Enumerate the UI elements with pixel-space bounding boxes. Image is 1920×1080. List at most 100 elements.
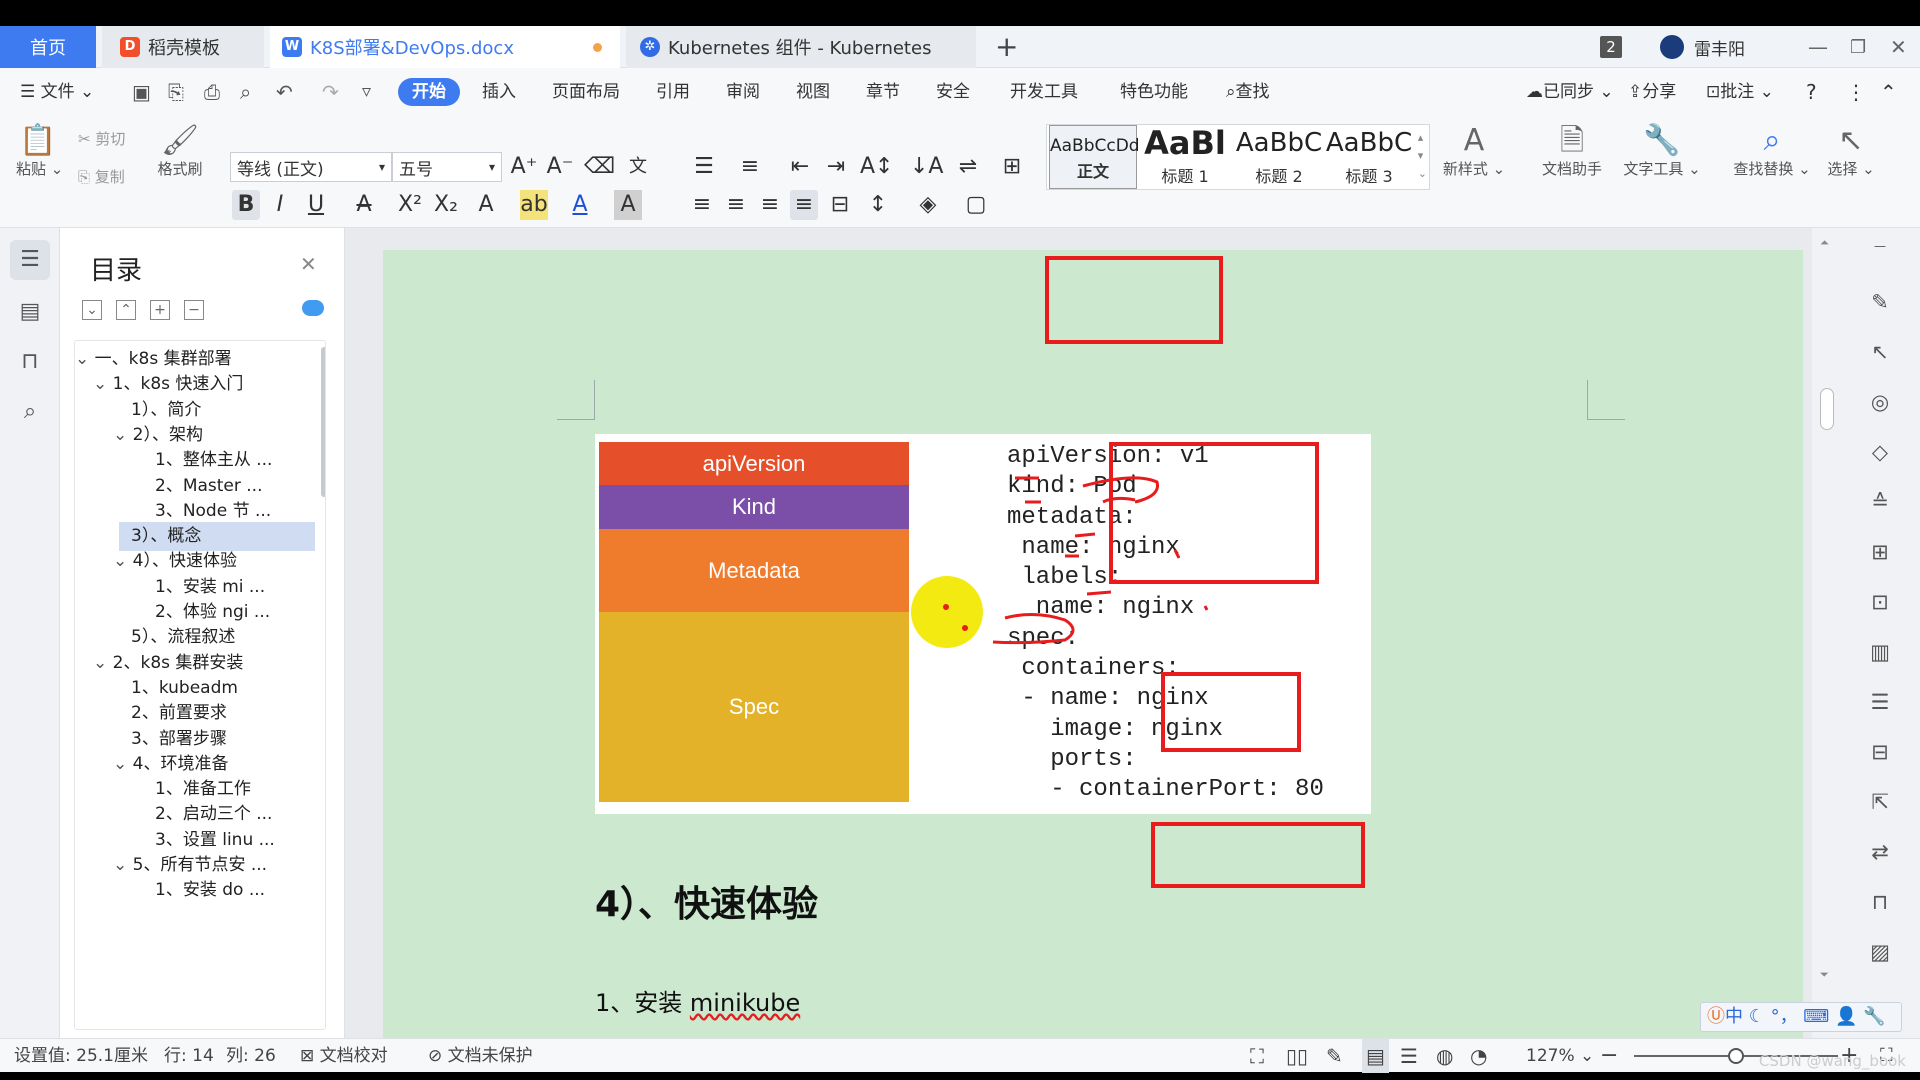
menu-tab-insert[interactable]: 插入 [482, 78, 516, 106]
sort-icon[interactable]: ↓A [910, 152, 943, 182]
select-button[interactable]: ↖ 选择 ⌄ [1822, 124, 1880, 179]
customize-dropdown-icon[interactable]: ▿ [362, 78, 371, 106]
menu-tab-review[interactable]: 审阅 [726, 78, 760, 106]
numbering-icon[interactable]: ≡ [736, 152, 764, 182]
share-button[interactable]: ⇪分享 [1628, 78, 1676, 106]
minimize-button[interactable]: — [1808, 26, 1828, 68]
highlight-button[interactable]: ab [520, 190, 548, 220]
zoom-slider-thumb[interactable] [1728, 1048, 1744, 1064]
table-icon[interactable]: ⊞ [1864, 536, 1896, 568]
font-size-select[interactable]: 五号 ▾ [392, 152, 502, 182]
menu-tab-features[interactable]: 特色功能 [1120, 78, 1188, 106]
toc-scrollbar[interactable] [321, 347, 325, 497]
restore-button[interactable]: ❐ [1850, 26, 1866, 68]
close-window-button[interactable]: ✕ [1890, 26, 1907, 68]
find-replace-button[interactable]: ⌕ 查找替换 ⌄ [1730, 124, 1814, 179]
comment-button[interactable]: ⊡批注 ⌄ [1706, 78, 1774, 106]
grow-font-icon[interactable]: A⁺ [510, 152, 538, 182]
collapse-ribbon-icon[interactable]: ⌃ [1880, 78, 1897, 106]
export-icon[interactable]: ⇱ [1864, 786, 1896, 818]
eye-care-icon[interactable]: ◔ [1470, 1039, 1487, 1073]
tab-document[interactable]: W K8S部署&DevOps.docx [270, 26, 620, 68]
scroll-thumb[interactable] [1820, 388, 1834, 430]
style-heading-3[interactable]: AaBbC 标题 3 [1323, 125, 1415, 189]
line-break-icon[interactable]: ⇌ [954, 152, 982, 182]
gallery-scroll-icon[interactable]: ▴ ▾ ⌄ [1418, 129, 1427, 183]
layers-icon[interactable]: ≙ [1864, 486, 1896, 518]
menu-tab-developer[interactable]: 开发工具 [1010, 78, 1078, 106]
superscript-button[interactable]: X² [396, 190, 424, 220]
save-icon[interactable]: ▣ [132, 78, 151, 106]
chapter-icon[interactable]: ▤ [10, 292, 50, 332]
tab-kubernetes-web[interactable]: ✲ Kubernetes 组件 - Kubernetes [626, 26, 976, 68]
locate-icon[interactable]: ◎ [1864, 386, 1896, 418]
bold-button[interactable]: B [232, 190, 260, 220]
redo-icon[interactable]: ↷ [322, 78, 339, 106]
document-scrollbar[interactable]: ⏶ ⏷ [1812, 228, 1840, 1038]
apps-grid-icon[interactable]: ⊡ [1864, 586, 1896, 618]
zoom-out-icon[interactable]: − [1600, 1039, 1618, 1073]
bookmark-icon[interactable]: ⊓ [10, 342, 50, 382]
paste-button[interactable]: 📋 粘贴 ⌄ [16, 124, 63, 179]
reading-mode-icon[interactable]: ▯▯ [1286, 1039, 1308, 1073]
chevron-down-icon[interactable]: ⌄ [93, 374, 113, 394]
style-normal[interactable]: AaBbCcDd 正文 [1049, 125, 1140, 189]
shapes-icon[interactable]: ◇ [1864, 436, 1896, 468]
edit-mode-icon[interactable]: ✎ [1326, 1039, 1343, 1073]
pointer-icon[interactable]: ↖ [1864, 336, 1896, 368]
cut-button[interactable]: ✂ 剪切 [78, 128, 125, 149]
text-direction-icon[interactable]: A↕ [860, 152, 893, 182]
sync-status[interactable]: ☁已同步 ⌄ [1526, 78, 1614, 106]
italic-button[interactable]: I [266, 190, 294, 220]
shrink-font-icon[interactable]: A⁻ [546, 152, 574, 182]
shading-fill-icon[interactable]: ◈ [914, 190, 942, 220]
file-menu[interactable]: ☰ 文件 ⌄ [20, 78, 94, 106]
tab-home[interactable]: 首页 [0, 26, 96, 68]
menu-tab-security[interactable]: 安全 [936, 78, 970, 106]
char-shading-button[interactable]: A [614, 190, 642, 220]
add-item-icon[interactable]: + [150, 300, 170, 320]
style-heading-2[interactable]: AaBbC 标题 2 [1233, 125, 1325, 189]
doc-assistant-button[interactable]: 🗎 文档助手 [1536, 124, 1608, 179]
new-tab-button[interactable]: + [995, 30, 1018, 63]
zoom-level[interactable]: 127% ⌄ [1526, 1039, 1594, 1073]
toc-item[interactable]: 1、安装 do ... [75, 876, 315, 905]
settings-sliders-icon[interactable]: ☰ [1864, 686, 1896, 718]
document-page[interactable]: apiVersion Kind Metadata Spec apiVersion… [383, 250, 1803, 1050]
menu-tab-start[interactable]: 开始 [398, 78, 460, 106]
copy-button[interactable]: ⎘ 复制 [78, 166, 125, 187]
chevron-down-icon[interactable]: ⌄ [75, 349, 95, 369]
more-icon[interactable]: ⋮ [1846, 78, 1866, 106]
text-tools-button[interactable]: 🔧 文字工具 ⌄ [1620, 124, 1704, 179]
outline-view-icon[interactable]: ☰ [1400, 1039, 1418, 1073]
increase-indent-icon[interactable]: ⇥ [822, 152, 850, 182]
toc-toggle-icon[interactable] [302, 300, 324, 316]
chevron-down-icon[interactable]: ⌄ [113, 425, 133, 445]
scroll-up-icon[interactable]: ⏶ [1820, 236, 1829, 250]
chevron-down-icon[interactable]: ⌄ [113, 855, 133, 875]
menu-tab-page-layout[interactable]: 页面布局 [552, 78, 620, 106]
backup-icon[interactable]: ⊟ [1864, 736, 1896, 768]
menu-tab-chapter[interactable]: 章节 [866, 78, 900, 106]
justify-icon[interactable]: ≡ [790, 190, 818, 220]
strikethrough-button[interactable]: A [350, 190, 378, 220]
tab-docer-templates[interactable]: D 稻壳模板 [102, 26, 264, 68]
bullets-icon[interactable]: ☰ [690, 152, 718, 182]
chevron-down-icon[interactable]: ⌄ [113, 754, 133, 774]
align-left-icon[interactable]: ≡ [688, 190, 716, 220]
distribute-icon[interactable]: ⊟ [826, 190, 854, 220]
expand-all-icon[interactable]: ⌄ [82, 300, 102, 320]
image-icon[interactable]: ▨ [1864, 936, 1896, 968]
subscript-button[interactable]: X₂ [432, 190, 460, 220]
chevron-down-icon[interactable]: ⌄ [93, 653, 113, 673]
chart-icon[interactable]: ▥ [1864, 636, 1896, 668]
collapse-all-icon[interactable]: ⌃ [116, 300, 136, 320]
protect-status[interactable]: ⊘ 文档未保护 [428, 1039, 533, 1073]
style-heading-1[interactable]: AaBl 标题 1 [1139, 125, 1231, 189]
page-view-icon[interactable]: ▤ [1362, 1039, 1389, 1073]
pen-icon[interactable]: ✎ [1864, 286, 1896, 318]
rail-collapse-icon[interactable]: — [1864, 230, 1896, 262]
clear-format-icon[interactable]: ⌫ [584, 152, 615, 182]
menu-search[interactable]: ⌕查找 [1226, 78, 1270, 106]
align-right-icon[interactable]: ≡ [756, 190, 784, 220]
